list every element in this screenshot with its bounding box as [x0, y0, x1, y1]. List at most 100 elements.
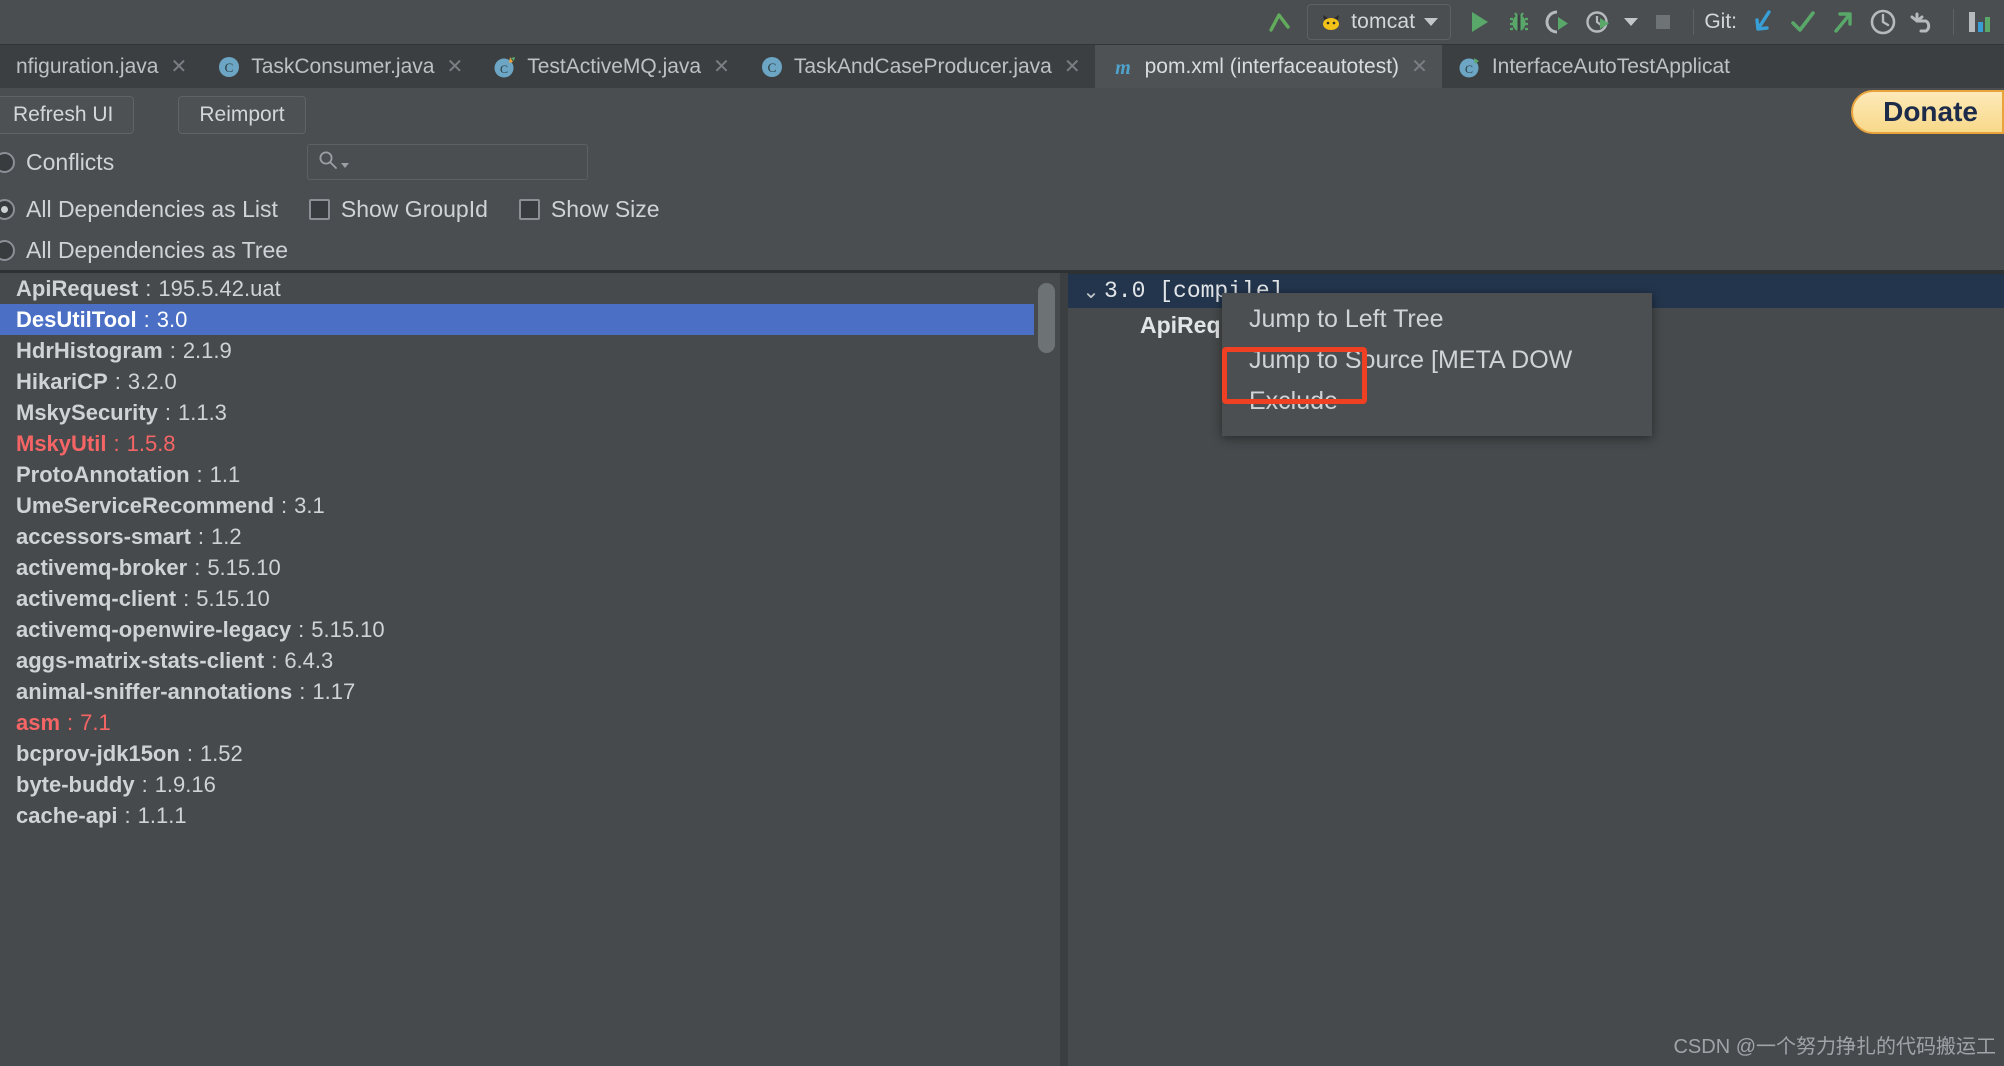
- toolbar-divider-2: [1953, 9, 1954, 35]
- history-clock-icon[interactable]: [1863, 4, 1903, 40]
- editor-tab-pom-xml[interactable]: m pom.xml (interfaceautotest) ✕: [1094, 45, 1442, 88]
- refresh-ui-button[interactable]: Refresh UI: [0, 96, 135, 134]
- push-arrow-icon[interactable]: [1823, 4, 1863, 40]
- editor-tab-label: pom.xml (interfaceautotest): [1144, 54, 1400, 78]
- dependency-list-item[interactable]: animal-sniffer-annotations:1.17: [0, 676, 1034, 707]
- context-menu-item-jump-to-source[interactable]: Jump to Source [META DOW: [1222, 340, 1652, 381]
- rollback-undo-icon[interactable]: [1903, 4, 1943, 40]
- search-magnifier-icon: [318, 150, 338, 175]
- editor-tab-testactivemq[interactable]: C TestActiveMQ.java ✕: [477, 45, 744, 88]
- run-configuration-selector[interactable]: tomcat: [1307, 4, 1452, 40]
- java-class-icon: C: [217, 55, 241, 79]
- dependency-list-item[interactable]: activemq-openwire-legacy:5.15.10: [0, 614, 1034, 645]
- search-input[interactable]: [307, 144, 588, 180]
- dependency-list-item[interactable]: activemq-broker:5.15.10: [0, 552, 1034, 583]
- dependency-name: byte-buddy: [16, 771, 135, 797]
- all-dependencies-as-tree-row[interactable]: All Dependencies as Tree: [0, 233, 288, 267]
- editor-tab-configuration[interactable]: nfiguration.java ✕: [0, 45, 201, 88]
- context-menu[interactable]: Jump to Left Tree Jump to Source [META D…: [1222, 293, 1652, 436]
- dependency-list-item[interactable]: accessors-smart:1.2: [0, 521, 1034, 552]
- java-class-icon: C: [760, 55, 784, 79]
- donate-label: Donate: [1883, 96, 1978, 127]
- vertical-splitter[interactable]: [1060, 273, 1068, 1066]
- dependency-list-item[interactable]: cache-api:1.1.1: [0, 800, 1034, 831]
- editor-tab-label: TaskAndCaseProducer.java: [793, 54, 1052, 78]
- conflicts-radio-row[interactable]: Conflicts: [0, 146, 114, 178]
- search-dropdown-chevron-icon[interactable]: [341, 162, 349, 168]
- editor-tab-taskandcaseproducer[interactable]: C TaskAndCaseProducer.java ✕: [744, 45, 1095, 88]
- dependency-version: 1.9.16: [154, 771, 216, 797]
- maven-m-icon: m: [1111, 55, 1135, 79]
- close-icon[interactable]: ✕: [1411, 57, 1428, 77]
- dependency-list-item[interactable]: byte-buddy:1.9.16: [0, 769, 1034, 800]
- all-dependencies-as-list-radio[interactable]: [0, 198, 15, 220]
- dependency-list-item[interactable]: DesUtilTool:3.0: [0, 304, 1034, 335]
- dependency-version: 1.2: [211, 523, 242, 549]
- dependency-list-item[interactable]: aggs-matrix-stats-client:6.4.3: [0, 645, 1034, 676]
- maven-dependency-toolbar: Refresh UI Reimport: [0, 88, 2004, 142]
- chevron-down-icon[interactable]: ⌄: [1078, 279, 1104, 304]
- dependency-separator: :: [194, 554, 201, 580]
- dependency-version: 2.1.9: [182, 337, 232, 363]
- dependency-separator: :: [197, 523, 205, 549]
- dependency-list[interactable]: ApiRequest:195.5.42.uat DesUtilTool:3.0 Hd…: [0, 273, 1034, 1066]
- update-project-icon[interactable]: [1743, 4, 1783, 40]
- svg-text:C: C: [768, 60, 777, 75]
- commit-checkmark-icon[interactable]: [1783, 4, 1823, 40]
- dependency-separator: :: [271, 647, 278, 673]
- dependency-name: DesUtilTool: [16, 306, 137, 332]
- stop-icon: [1643, 4, 1683, 40]
- dependency-version: 1.17: [312, 678, 356, 704]
- donate-button[interactable]: Donate: [1851, 90, 2004, 134]
- toolbar-divider: [1693, 9, 1695, 35]
- close-icon[interactable]: ✕: [1064, 57, 1081, 77]
- dependency-name: asm: [16, 709, 61, 735]
- close-icon[interactable]: ✕: [713, 57, 730, 77]
- dependency-list-item[interactable]: UmeServiceRecommend:3.1: [0, 490, 1034, 521]
- java-test-class-icon: C: [493, 55, 517, 79]
- dependency-list-item[interactable]: HdrHistogram:2.1.9: [0, 335, 1034, 366]
- svg-text:C: C: [1465, 62, 1473, 76]
- watermark: CSDN @一个努力挣扎的代码搬运工: [1673, 1036, 1996, 1058]
- run-icon[interactable]: [1459, 4, 1499, 40]
- dependency-list-item[interactable]: MskyUtil:1.5.8: [0, 428, 1034, 459]
- debug-bug-icon[interactable]: [1499, 4, 1539, 40]
- dependency-name: UmeServiceRecommend: [16, 492, 275, 518]
- arrow-up-icon[interactable]: [1259, 4, 1299, 40]
- dependency-list-item[interactable]: asm:7.1: [0, 707, 1034, 738]
- conflicts-radio[interactable]: [0, 151, 15, 173]
- run-configuration-label: tomcat: [1351, 10, 1416, 33]
- editor-tab-interfaceautotestapplication[interactable]: C InterfaceAutoTestApplicat: [1442, 45, 1744, 88]
- dependency-list-item[interactable]: ProtoAnnotation:1.1: [0, 459, 1034, 490]
- dependency-list-scroll-thumb[interactable]: [1038, 283, 1055, 353]
- dependency-version: 1.5.8: [126, 430, 176, 456]
- editor-tab-label: nfiguration.java: [16, 54, 159, 78]
- show-size-label: Show Size: [550, 195, 660, 222]
- show-groupid-label: Show GroupId: [340, 195, 488, 222]
- show-size-checkbox[interactable]: [518, 198, 540, 220]
- editor-tab-taskconsumer[interactable]: C TaskConsumer.java ✕: [201, 45, 477, 88]
- chevron-down-icon[interactable]: [1424, 18, 1439, 26]
- context-menu-item-exclude[interactable]: Exclude: [1222, 381, 1652, 422]
- dependency-list-item[interactable]: activemq-client:5.15.10: [0, 583, 1034, 614]
- spring-boot-class-icon: C: [1458, 55, 1482, 79]
- run-with-coverage-icon[interactable]: [1539, 4, 1579, 40]
- show-groupid-checkbox[interactable]: [308, 198, 330, 220]
- all-dependencies-as-tree-radio[interactable]: [0, 239, 15, 261]
- dependency-list-scrollbar[interactable]: [1034, 273, 1060, 1066]
- profiler-dropdown-chevron-icon[interactable]: [1619, 4, 1643, 40]
- svg-text:C: C: [225, 60, 234, 75]
- dependency-list-item[interactable]: ApiRequest:195.5.42.uat: [0, 273, 1034, 304]
- dependency-name: animal-sniffer-annotations: [16, 678, 293, 704]
- dependency-list-item[interactable]: HikariCP:3.2.0: [0, 366, 1034, 397]
- dependency-list-item[interactable]: bcprov-jdk15on:1.52: [0, 738, 1034, 769]
- tool-window-layout-icon[interactable]: [1964, 4, 1998, 40]
- dependency-separator: :: [141, 771, 148, 797]
- close-icon[interactable]: ✕: [170, 57, 187, 77]
- dependency-name: aggs-matrix-stats-client: [16, 647, 265, 673]
- context-menu-item-jump-to-left-tree[interactable]: Jump to Left Tree: [1222, 299, 1652, 340]
- profiler-icon[interactable]: [1579, 4, 1619, 40]
- dependency-list-item[interactable]: MskySecurity:1.1.3: [0, 397, 1034, 428]
- close-icon[interactable]: ✕: [446, 57, 463, 77]
- reimport-button[interactable]: Reimport: [178, 96, 306, 134]
